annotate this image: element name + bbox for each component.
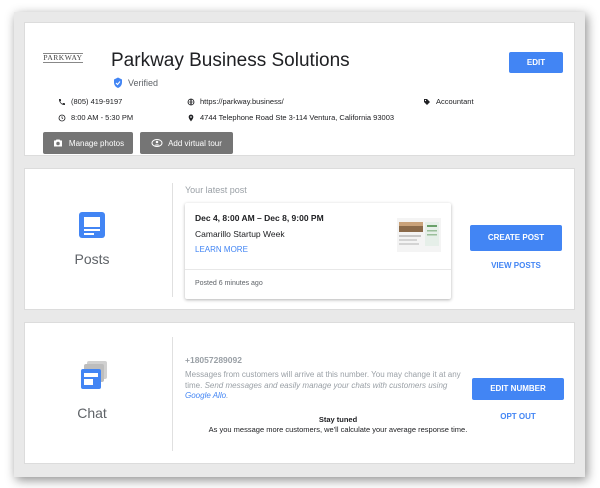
business-info-card: PARKWAY Parkway Business Solutions Verif…	[24, 22, 575, 156]
address-text: 4744 Telephone Road Ste 3-114 Ventura, C…	[200, 113, 395, 122]
category-row: Accountant	[423, 97, 474, 106]
stay-tuned-title: Stay tuned	[318, 415, 358, 424]
post-title: Camarillo Startup Week	[195, 229, 285, 239]
website-text: https://parkway.business/	[200, 97, 284, 106]
chat-desc-end: .	[226, 391, 229, 400]
post-date-range: Dec 4, 8:00 AM – Dec 8, 9:00 PM	[195, 213, 324, 223]
phone-icon	[59, 98, 65, 105]
chat-desc-italic: Send messages and easily manage your cha…	[204, 380, 448, 390]
posts-card: Posts Your latest post Dec 4, 8:00 AM – …	[24, 168, 575, 310]
create-post-button[interactable]: CREATE POST	[470, 225, 562, 251]
tag-icon	[424, 98, 430, 105]
edit-business-button[interactable]: EDIT	[509, 52, 563, 73]
dashboard-frame: PARKWAY Parkway Business Solutions Verif…	[14, 12, 585, 477]
hours-row: 8:00 AM - 5:30 PM	[58, 113, 133, 122]
post-posted-time: Posted 6 minutes ago	[195, 280, 263, 287]
hours-text: 8:00 AM - 5:30 PM	[71, 113, 134, 122]
learn-more-link[interactable]: LEARN MORE	[195, 245, 248, 254]
posts-divider	[172, 183, 173, 297]
chat-card: Chat +18057289092 Messages from customer…	[24, 322, 575, 464]
business-name: Parkway Business Solutions	[111, 50, 350, 71]
chat-divider	[172, 337, 173, 451]
latest-post-card[interactable]: Dec 4, 8:00 AM – Dec 8, 9:00 PM Camarill…	[185, 203, 451, 299]
chat-description: Messages from customers will arrive at t…	[185, 370, 465, 402]
verified-badge-icon	[114, 77, 122, 88]
website-row: https://parkway.business/	[187, 97, 284, 106]
verified-label: Verified	[128, 78, 159, 88]
360-tour-icon	[151, 139, 163, 147]
chat-section-label: Chat	[77, 405, 107, 421]
business-logo: PARKWAY	[43, 53, 83, 63]
category-text: Accountant	[436, 97, 474, 106]
stay-tuned-description: As you message more customers, we'll cal…	[208, 425, 468, 434]
manage-photos-label: Manage photos	[68, 138, 125, 148]
google-allo-link[interactable]: Google Allo	[185, 391, 226, 400]
verified-status: Verified	[112, 77, 158, 89]
virtual-tour-label: Add virtual tour	[168, 138, 222, 148]
view-posts-link[interactable]: VIEW POSTS	[470, 260, 562, 272]
address-row: 4744 Telephone Road Ste 3-114 Ventura, C…	[187, 113, 394, 122]
chat-phone-number: +18057289092	[185, 355, 242, 365]
camera-icon	[53, 139, 62, 147]
add-virtual-tour-button[interactable]: Add virtual tour	[140, 132, 233, 154]
location-pin-icon	[188, 114, 194, 121]
posts-section-label: Posts	[74, 251, 110, 267]
clock-icon	[58, 114, 66, 121]
post-thumbnail	[397, 218, 441, 252]
posts-icon	[79, 212, 105, 238]
manage-photos-button[interactable]: Manage photos	[43, 132, 133, 154]
phone-row: (805) 419-9197	[58, 97, 122, 106]
chat-icon	[81, 361, 107, 389]
latest-post-label: Your latest post	[185, 185, 247, 195]
edit-number-button[interactable]: EDIT NUMBER	[472, 378, 564, 400]
opt-out-link[interactable]: OPT OUT	[472, 411, 564, 423]
post-divider	[185, 269, 451, 270]
globe-icon	[187, 98, 195, 105]
phone-text: (805) 419-9197	[71, 97, 123, 106]
